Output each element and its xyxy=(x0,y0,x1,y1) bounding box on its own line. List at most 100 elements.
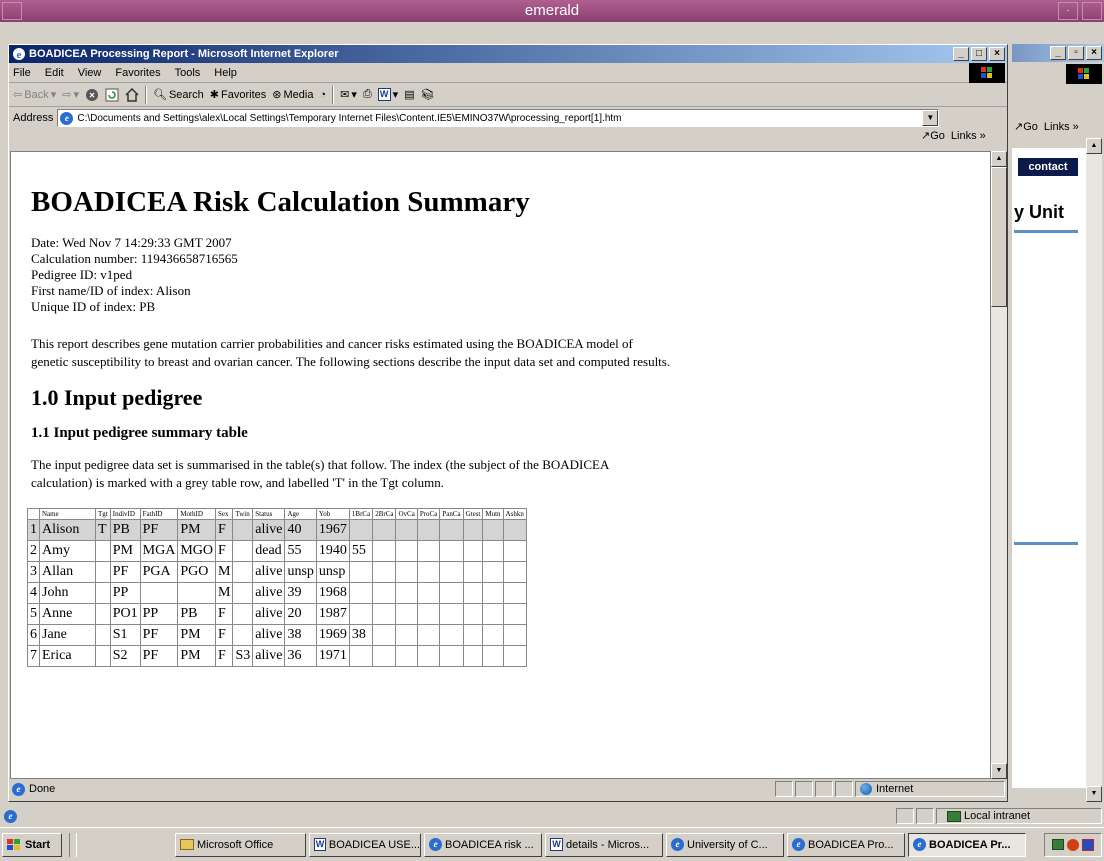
mail-button[interactable]: ✉ ▾ xyxy=(340,88,357,101)
bg-links-button[interactable]: Links » xyxy=(1044,121,1079,133)
table-cell: unsp xyxy=(284,561,317,583)
table-cell xyxy=(502,624,527,646)
table-cell: PM xyxy=(177,645,216,667)
table-cell: alive xyxy=(252,645,286,667)
table-cell: MGA xyxy=(139,540,179,562)
outer-window-menu-button[interactable] xyxy=(2,2,22,20)
media-button[interactable]: ⊛ Media xyxy=(272,88,313,102)
outer-maximize-button[interactable] xyxy=(1082,2,1102,20)
refresh-button[interactable] xyxy=(105,88,119,102)
menu-favorites[interactable]: Favorites xyxy=(115,67,160,79)
table-cell xyxy=(348,519,374,541)
security-zone-panel: Internet xyxy=(855,781,1005,797)
table-cell xyxy=(372,582,397,604)
vertical-scrollbar[interactable]: ▲ ▼ xyxy=(991,151,1007,779)
column-header: IndivID xyxy=(109,508,141,520)
shield-icon[interactable] xyxy=(1082,838,1094,851)
table-cell xyxy=(482,561,504,583)
maximize-button[interactable]: □ xyxy=(971,47,987,61)
document-icon: ▤ xyxy=(404,89,415,101)
discuss-button[interactable]: ▤ xyxy=(404,88,414,101)
contact-link[interactable]: contact xyxy=(1018,158,1078,176)
bg-restore-button[interactable]: ▫ xyxy=(1068,46,1084,60)
word-icon: W xyxy=(550,838,563,851)
table-cell xyxy=(372,624,397,646)
address-input[interactable]: e C:\Documents and Settings\alex\Local S… xyxy=(57,109,940,127)
task-university[interactable]: e University of C... xyxy=(666,832,784,857)
menu-tools[interactable]: Tools xyxy=(175,67,201,79)
print-icon: ⎙ xyxy=(362,88,372,100)
go-button[interactable]: ↗Go xyxy=(921,129,945,142)
scrollbar-thumb[interactable] xyxy=(991,167,1007,307)
table-cell: F xyxy=(214,603,234,625)
table-cell xyxy=(395,624,418,646)
section-input-pedigree: 1.0 Input pedigree xyxy=(31,385,203,410)
task-microsoft-office[interactable]: Microsoft Office xyxy=(175,832,306,857)
task-boadicea-pro[interactable]: e BOADICEA Pro... xyxy=(787,832,905,857)
ie-logo-icon: e xyxy=(13,48,25,61)
table-cell xyxy=(95,582,111,604)
table-cell: PP xyxy=(109,582,141,604)
history-button[interactable]: ◔ xyxy=(319,89,326,101)
divider-line xyxy=(1014,230,1078,233)
minimize-button[interactable]: _ xyxy=(953,47,969,61)
start-button[interactable]: Start xyxy=(2,832,62,857)
bg-minimize-button[interactable]: _ xyxy=(1050,46,1066,60)
address-dropdown-icon[interactable]: ▼ xyxy=(922,110,939,126)
table-cell: Allan xyxy=(39,561,96,583)
table-cell xyxy=(395,582,418,604)
outer-minimize-button[interactable]: · xyxy=(1058,2,1078,20)
table-cell: F xyxy=(214,624,234,646)
task-boadicea-user-guide[interactable]: W BOADICEA USE... xyxy=(309,832,421,857)
scroll-down-icon[interactable]: ▼ xyxy=(991,763,1007,779)
menu-view[interactable]: View xyxy=(78,67,102,79)
back-button[interactable]: ⇦ Back ▾ xyxy=(13,88,56,102)
scroll-up-icon[interactable]: ▲ xyxy=(1086,138,1102,154)
menu-file[interactable]: File xyxy=(13,67,31,79)
print-button[interactable]: ⎙ xyxy=(363,88,372,101)
scroll-up-icon[interactable]: ▲ xyxy=(991,151,1007,167)
windows-logo-icon xyxy=(7,838,20,850)
column-header: OvCa xyxy=(395,508,418,520)
menu-help[interactable]: Help xyxy=(214,67,237,79)
scroll-down-icon[interactable]: ▼ xyxy=(1086,786,1102,802)
column-header: Age xyxy=(284,508,317,520)
bg-go-button[interactable]: ↗Go xyxy=(1014,120,1038,133)
ie-icon: e xyxy=(913,838,926,851)
favorites-button[interactable]: ✱ Favorites xyxy=(210,88,266,102)
index-first-name: First name/ID of index: Alison xyxy=(31,283,191,298)
stop-button[interactable]: × xyxy=(85,88,99,102)
menu-edit[interactable]: Edit xyxy=(45,67,64,79)
bg-vertical-scrollbar[interactable]: ▲ ▼ xyxy=(1086,138,1102,802)
close-button[interactable]: × xyxy=(989,47,1005,61)
column-header: FathID xyxy=(139,508,179,520)
outer-window-title: emerald xyxy=(524,2,580,19)
table-cell: 1968 xyxy=(315,582,350,604)
table-cell xyxy=(482,582,504,604)
home-button[interactable] xyxy=(125,87,139,102)
search-button[interactable]: 🔍︎ Search xyxy=(153,88,204,102)
table-cell xyxy=(372,603,397,625)
index-unique-id: Unique ID of index: PB xyxy=(31,299,156,314)
refresh-icon xyxy=(105,88,119,101)
table-cell xyxy=(95,603,111,625)
folder-icon xyxy=(180,839,194,850)
table-cell xyxy=(95,624,111,646)
table-cell: M xyxy=(214,582,234,604)
sync-icon[interactable] xyxy=(1067,838,1079,851)
forward-button[interactable]: ⇨ ▾ xyxy=(62,88,79,101)
table-header-row: Name Tgt IndivID FathID MothID Sex Twin … xyxy=(27,508,527,520)
column-header: Yob xyxy=(315,508,350,520)
network-icon[interactable] xyxy=(1052,839,1064,850)
research-button[interactable]: 📚︎ xyxy=(421,88,435,101)
background-window-titlebar: _ ▫ × xyxy=(1012,44,1104,62)
ie-window: e BOADICEA Processing Report - Microsoft… xyxy=(8,44,1008,802)
edit-button[interactable]: W ▾ xyxy=(377,88,398,101)
links-button[interactable]: Links » xyxy=(951,130,986,142)
column-header: Tgt xyxy=(95,508,111,520)
report-date: Date: Wed Nov 7 14:29:33 GMT 2007 xyxy=(31,235,232,250)
task-boadicea-risk[interactable]: e BOADICEA risk ... xyxy=(424,832,542,857)
task-details-word[interactable]: Wdetails - Micros... xyxy=(545,832,663,857)
task-boadicea-pr-active[interactable]: e BOADICEA Pr... xyxy=(908,832,1026,857)
bg-close-button[interactable]: × xyxy=(1086,46,1102,60)
